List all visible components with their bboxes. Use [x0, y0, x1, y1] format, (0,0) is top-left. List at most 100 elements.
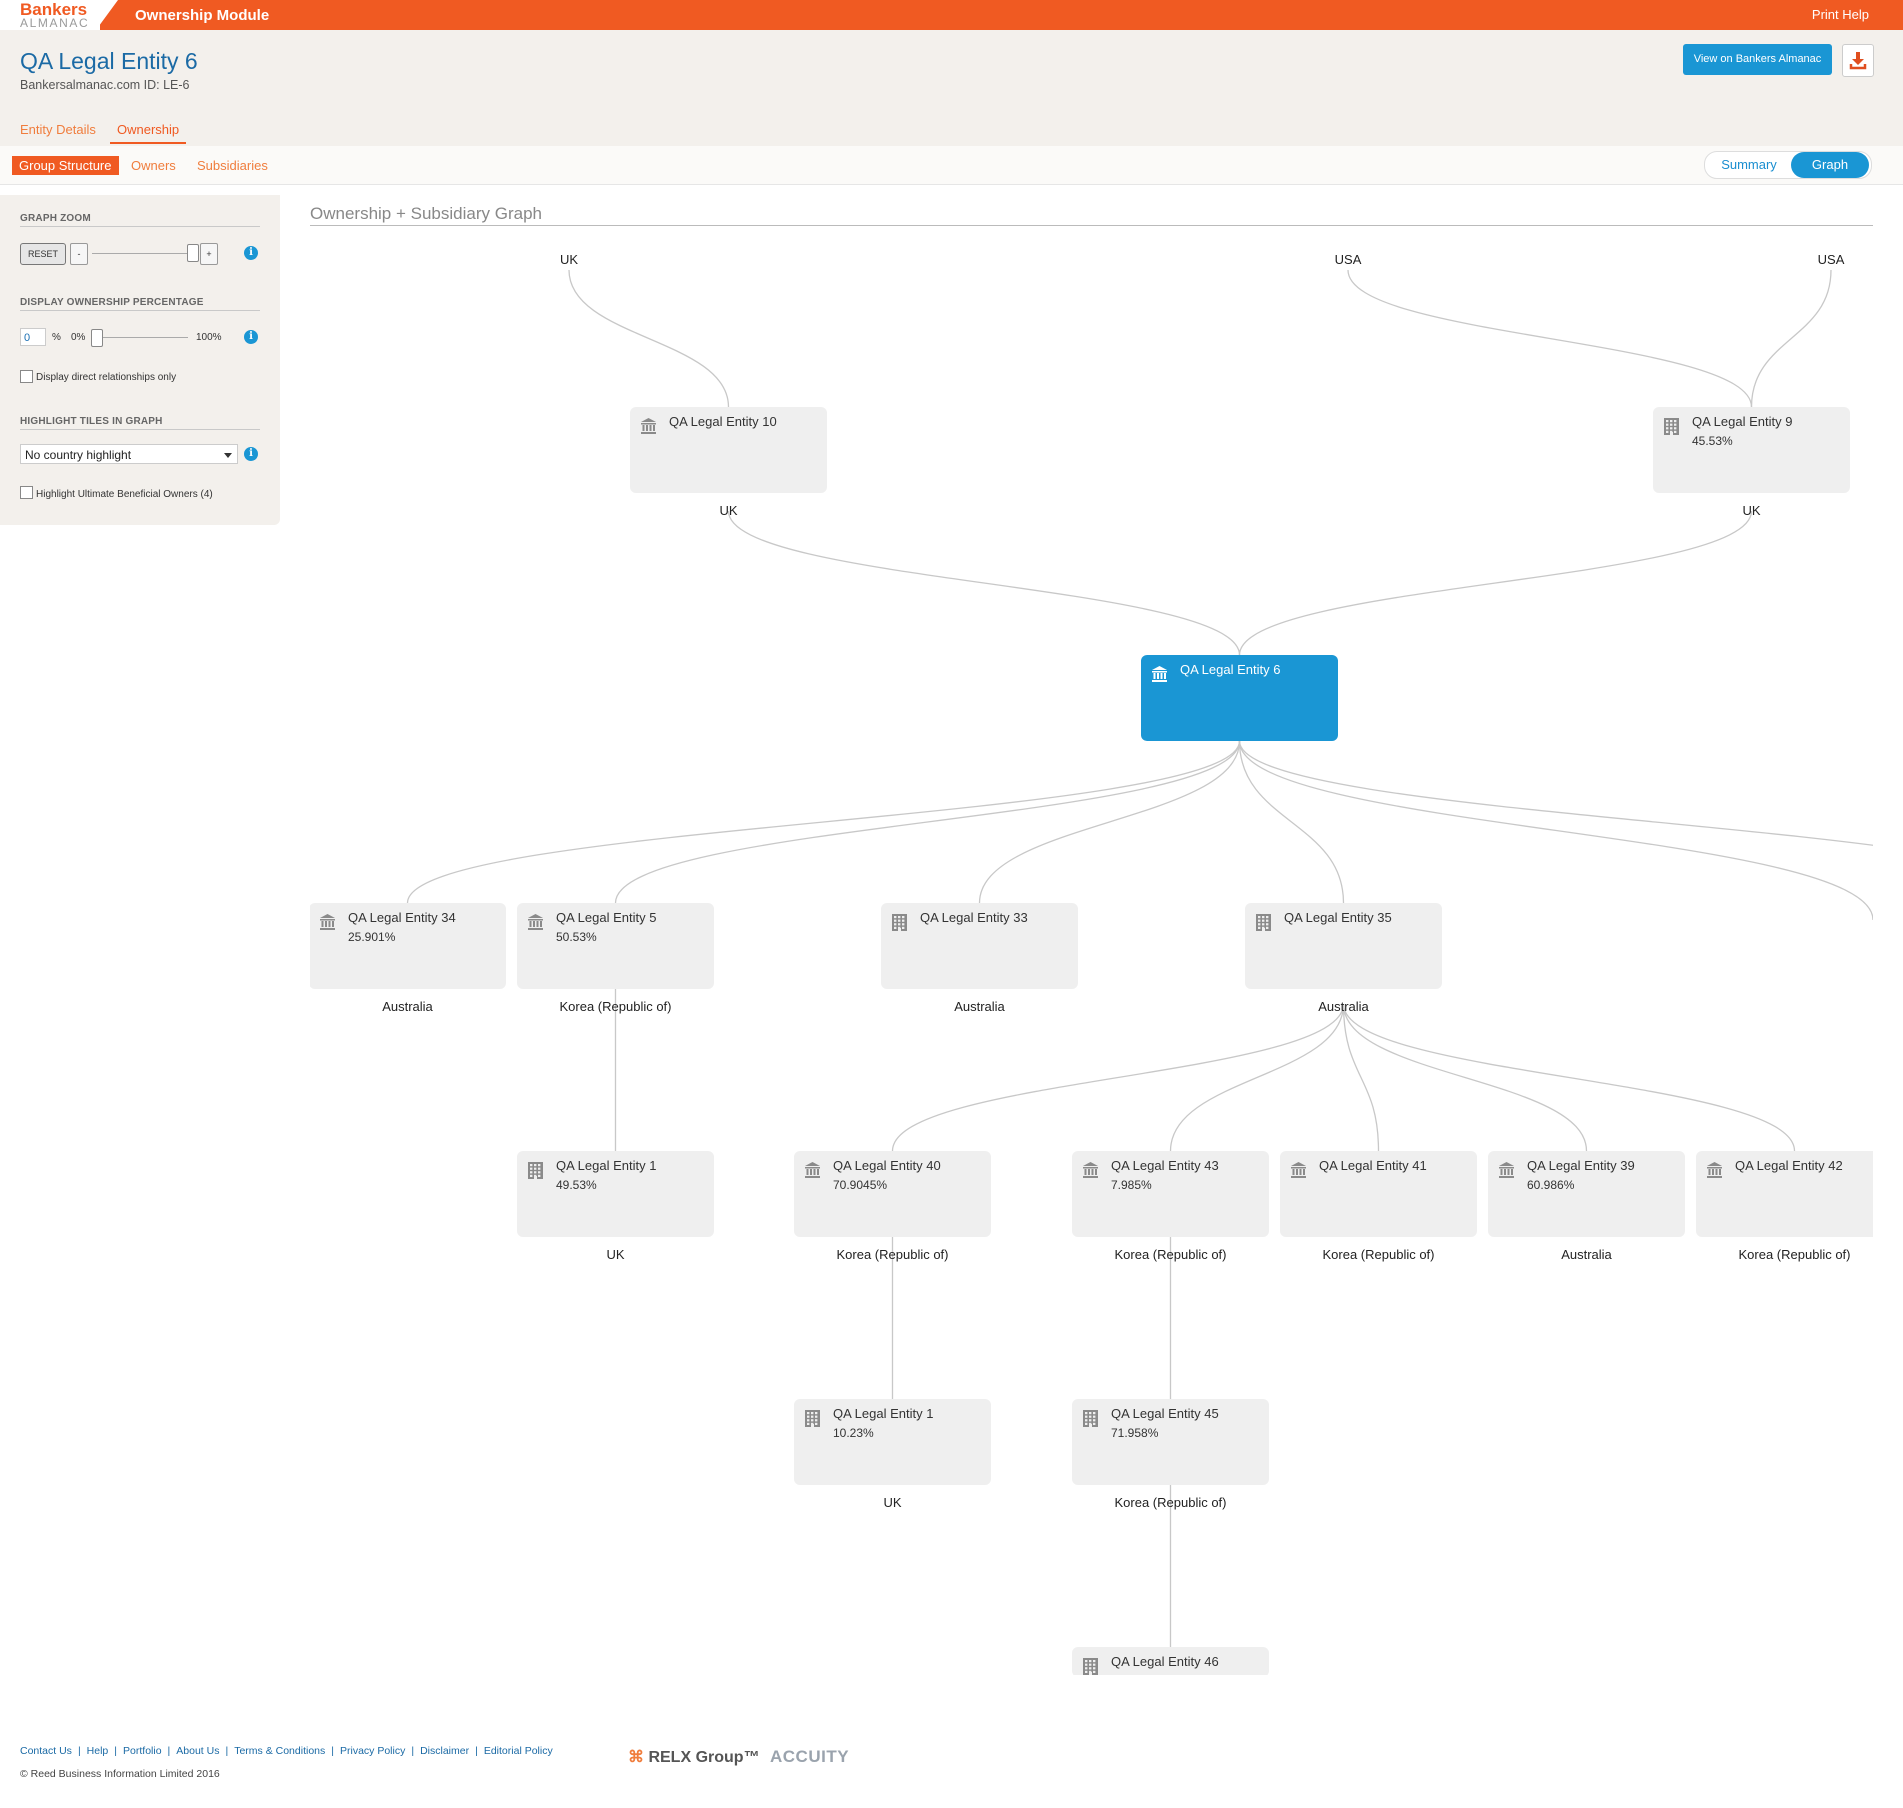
entity-tile[interactable]: QA Legal Entity 41 — [1280, 1151, 1477, 1237]
building-icon — [527, 1161, 544, 1179]
entity-tile[interactable]: QA Legal Entity 43 7.985% — [1072, 1151, 1269, 1237]
entity-id: Bankersalmanac.com ID: LE-6 — [20, 78, 190, 92]
ownership-percentage: 60.986% — [1527, 1178, 1575, 1192]
copyright: © Reed Business Information Limited 2016 — [20, 1768, 220, 1780]
ownership-edge — [891, 1003, 1345, 1152]
country-highlight-select[interactable]: No country highlight — [20, 444, 238, 464]
ubo-checkbox[interactable] — [20, 486, 33, 499]
view-on-bankers-almanac-button[interactable]: View on Bankers Almanac — [1683, 44, 1832, 75]
info-icon[interactable]: i — [244, 447, 258, 461]
tab-ownership-label: Ownership — [117, 122, 180, 137]
country-label: Australia — [1318, 999, 1369, 1014]
footer-link-portfolio[interactable]: Portfolio — [123, 1745, 162, 1757]
footer-link-disclaimer[interactable]: Disclaimer — [420, 1745, 469, 1757]
ownership-edge — [1238, 510, 1753, 656]
info-icon[interactable]: i — [244, 330, 258, 344]
slider-max-label: 100% — [196, 332, 222, 343]
country-label: Australia — [954, 999, 1005, 1014]
owner-country-label: USA — [1817, 252, 1845, 267]
footer-link-help[interactable]: Help — [87, 1745, 109, 1757]
entity-tile[interactable]: QA Legal Entity 39 60.986% — [1488, 1151, 1685, 1237]
entity-tile[interactable]: QA Legal Entity 35 — [1245, 903, 1442, 989]
page-title: QA Legal Entity 6 — [20, 48, 198, 74]
direct-relationships-checkbox[interactable] — [20, 370, 33, 383]
accuity-logo-text: ACCUITY — [770, 1747, 850, 1766]
toggle-summary[interactable]: Summary — [1709, 152, 1789, 178]
zoom-reset-button[interactable]: RESET — [20, 243, 66, 265]
ownership-percentage: 71.958% — [1111, 1426, 1159, 1440]
focus-entity-tile[interactable]: QA Legal Entity 6 — [1141, 655, 1338, 741]
entity-tile[interactable]: QA Legal Entity 34 25.901% — [310, 903, 506, 989]
view-toggle: Summary Graph — [1704, 151, 1872, 179]
entity-tile[interactable]: QA Legal Entity 5 50.53% — [517, 903, 714, 989]
bankers-almanac-logo[interactable]: Bankers ALMANAC — [0, 0, 100, 30]
info-icon[interactable]: i — [244, 246, 258, 260]
footer-link-editorial-policy[interactable]: Editorial Policy — [484, 1745, 553, 1757]
footer-link-terms-conditions[interactable]: Terms & Conditions — [234, 1745, 325, 1757]
sub-navigation: Group Structure Owners Subsidiaries Summ… — [0, 146, 1903, 185]
subtab-subsidiaries[interactable]: Subsidiaries — [190, 156, 275, 175]
entity-tile[interactable]: QA Legal Entity 33 — [881, 903, 1078, 989]
owner-country-label: USA — [1334, 252, 1362, 267]
footer-separator: | — [114, 1745, 118, 1757]
entity-tile[interactable]: QA Legal Entity 1 49.53% — [517, 1151, 714, 1237]
entity-tile[interactable]: QA Legal Entity 10 — [630, 407, 827, 493]
percentage-slider-track[interactable] — [92, 337, 188, 338]
footer-link-contact-us[interactable]: Contact Us — [20, 1745, 72, 1757]
ownership-edge — [1169, 1003, 1345, 1152]
ownership-edge — [1750, 269, 1832, 408]
country-label: Australia — [382, 999, 433, 1014]
ownership-edge — [1342, 1003, 1380, 1152]
footer-link-about-us[interactable]: About Us — [176, 1745, 219, 1757]
footer-separator: | — [77, 1745, 81, 1757]
entity-name: QA Legal Entity 41 — [1319, 1158, 1427, 1173]
footer-links: Contact Us | Help | Portfolio | About Us | Terms… — [20, 1745, 553, 1757]
divider — [20, 310, 260, 311]
subtab-owners[interactable]: Owners — [124, 156, 183, 175]
entity-tile[interactable]: QA Legal Entity 42 — [1696, 1151, 1873, 1237]
graph-title-divider — [310, 225, 1873, 226]
print-help-link[interactable]: Print Help — [1812, 7, 1869, 22]
entity-tile[interactable]: QA Legal Entity 9 45.53% — [1653, 407, 1850, 493]
bank-icon — [804, 1161, 821, 1179]
entity-tile[interactable]: QA Legal Entity 1 10.23% — [794, 1399, 991, 1485]
toggle-graph[interactable]: Graph — [1791, 152, 1869, 178]
ownership-graph[interactable]: UK USA USA QA Legal Entity 10 UK QA Legal … — [310, 230, 1873, 1675]
country-label: Korea (Republic of) — [836, 1247, 949, 1262]
country-label: Korea (Republic of) — [1114, 1247, 1227, 1262]
highlight-tiles-heading: HIGHLIGHT TILES IN GRAPH — [20, 416, 163, 427]
entity-tile[interactable]: QA Legal Entity 40 70.9045% — [794, 1151, 991, 1237]
entity-tile[interactable]: QA Legal Entity 46 — [1072, 1647, 1269, 1675]
tab-entity-details[interactable]: Entity Details — [20, 122, 96, 137]
ownership-edge — [1238, 740, 1345, 904]
ownership-percentage-input[interactable]: 0 — [20, 328, 46, 346]
zoom-in-button[interactable]: + — [200, 243, 218, 265]
ownership-edge — [1347, 269, 1753, 408]
percentage-slider-handle[interactable] — [91, 329, 103, 347]
module-title: Ownership Module — [135, 7, 270, 24]
chevron-down-icon — [224, 453, 232, 458]
tab-ownership[interactable]: Ownership — [110, 122, 187, 144]
ownership-edge — [614, 740, 1241, 904]
bank-icon — [319, 913, 336, 931]
country-label: Korea (Republic of) — [1114, 1495, 1227, 1510]
footer-link-privacy-policy[interactable]: Privacy Policy — [340, 1745, 405, 1757]
zoom-slider-handle[interactable] — [186, 244, 199, 262]
entity-name: QA Legal Entity 40 — [833, 1158, 941, 1173]
building-icon — [1663, 417, 1680, 435]
footer-separator: | — [331, 1745, 334, 1757]
bank-icon — [1290, 1161, 1307, 1179]
subtab-group-structure[interactable]: Group Structure — [12, 156, 119, 175]
zoom-slider-track[interactable] — [92, 253, 197, 254]
ownership-percentage: 10.23% — [833, 1426, 874, 1440]
graph-title: Ownership + Subsidiary Graph — [310, 204, 542, 223]
ownership-edge — [1342, 1003, 1588, 1152]
building-icon — [891, 913, 908, 931]
relx-logo: ⌘ RELX Group™ — [628, 1747, 760, 1767]
entity-name: QA Legal Entity 9 — [1692, 414, 1793, 429]
zoom-out-button[interactable]: - — [70, 243, 88, 265]
ownership-edge — [1238, 740, 1873, 921]
entity-tile[interactable]: QA Legal Entity 45 71.958% — [1072, 1399, 1269, 1485]
download-button[interactable] — [1842, 44, 1874, 77]
country-label: Korea (Republic of) — [1322, 1247, 1435, 1262]
